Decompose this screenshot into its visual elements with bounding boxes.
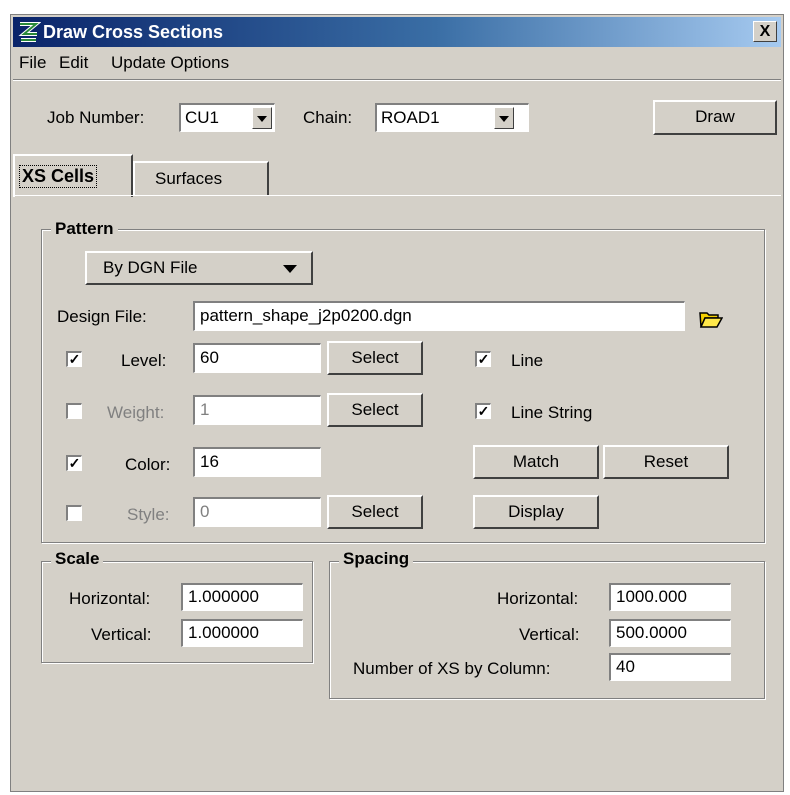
style-checkbox[interactable]: ✓: [66, 505, 82, 521]
draw-cross-sections-window: Draw Cross Sections X File Edit Update O…: [10, 14, 784, 792]
pattern-mode-value: By DGN File: [103, 258, 198, 277]
weight-label: Weight:: [107, 403, 165, 422]
line-string-checkbox[interactable]: ✓: [475, 403, 491, 419]
pattern-mode-dropdown[interactable]: By DGN File: [85, 251, 313, 285]
reset-button[interactable]: Reset: [603, 445, 729, 479]
match-button[interactable]: Match: [473, 445, 599, 479]
spacing-horizontal-label: Horizontal:: [497, 589, 579, 608]
color-input[interactable]: 16: [193, 447, 321, 477]
chain-dropdown[interactable]: ROAD1: [375, 103, 529, 132]
weight-select-button[interactable]: Select: [327, 393, 423, 427]
style-select-button[interactable]: Select: [327, 495, 423, 529]
job-number-arrow[interactable]: [252, 107, 272, 129]
chevron-down-icon: [283, 265, 297, 273]
menu-file[interactable]: File: [19, 53, 46, 73]
level-input[interactable]: 60: [193, 343, 321, 373]
tab-xs-cells[interactable]: XS Cells: [13, 154, 133, 197]
line-label: Line: [511, 351, 544, 370]
level-label: Level:: [121, 351, 167, 370]
scale-horizontal-label: Horizontal:: [69, 589, 151, 608]
job-number-value: CU1: [185, 108, 220, 127]
folder-open-icon[interactable]: [699, 309, 723, 329]
chevron-down-icon: [499, 116, 509, 122]
chain-label: Chain:: [303, 108, 353, 127]
menu-bar: File Edit Update Options: [13, 49, 781, 77]
job-number-dropdown[interactable]: CU1: [179, 103, 275, 132]
scale-group-label: Scale: [51, 549, 104, 569]
scale-vertical-label: Vertical:: [91, 625, 152, 644]
color-checkbox[interactable]: ✓: [66, 455, 82, 471]
title-bar[interactable]: Draw Cross Sections X: [13, 17, 781, 47]
tab-xs-cells-label: XS Cells: [19, 165, 98, 188]
tab-surfaces-label: Surfaces: [155, 169, 223, 188]
xs-per-column-input[interactable]: 40: [609, 653, 731, 681]
app-logo-icon: [18, 22, 41, 42]
spacing-group-label: Spacing: [339, 549, 414, 569]
weight-checkbox[interactable]: ✓: [66, 403, 82, 419]
xs-per-column-label: Number of XS by Column:: [353, 659, 551, 678]
scale-group: [41, 561, 313, 663]
menu-edit[interactable]: Edit: [59, 53, 88, 73]
design-file-label: Design File:: [57, 307, 147, 326]
weight-input[interactable]: 1: [193, 395, 321, 425]
draw-button[interactable]: Draw: [653, 100, 777, 135]
line-string-label: Line String: [511, 403, 593, 422]
line-checkbox[interactable]: ✓: [475, 351, 491, 367]
job-number-label: Job Number:: [47, 108, 145, 127]
window-title: Draw Cross Sections: [43, 22, 224, 42]
spacing-horizontal-input[interactable]: 1000.000: [609, 583, 731, 611]
tab-surfaces[interactable]: Surfaces: [133, 161, 269, 195]
color-label: Color:: [125, 455, 171, 474]
design-file-input[interactable]: pattern_shape_j2p0200.dgn: [193, 301, 685, 331]
spacing-vertical-input[interactable]: 500.0000: [609, 619, 731, 647]
pattern-group-label: Pattern: [51, 219, 118, 239]
scale-horizontal-input[interactable]: 1.000000: [181, 583, 303, 611]
menu-update-options[interactable]: Update Options: [111, 53, 229, 73]
chain-value: ROAD1: [381, 108, 440, 127]
scale-vertical-input[interactable]: 1.000000: [181, 619, 303, 647]
close-button[interactable]: X: [753, 21, 777, 42]
display-button[interactable]: Display: [473, 495, 599, 529]
style-input[interactable]: 0: [193, 497, 321, 527]
spacing-vertical-label: Vertical:: [519, 625, 580, 644]
style-label: Style:: [127, 505, 170, 524]
chain-arrow[interactable]: [494, 107, 514, 129]
chevron-down-icon: [257, 116, 267, 122]
menu-separator: [13, 79, 781, 81]
level-checkbox[interactable]: ✓: [66, 351, 82, 367]
level-select-button[interactable]: Select: [327, 341, 423, 375]
